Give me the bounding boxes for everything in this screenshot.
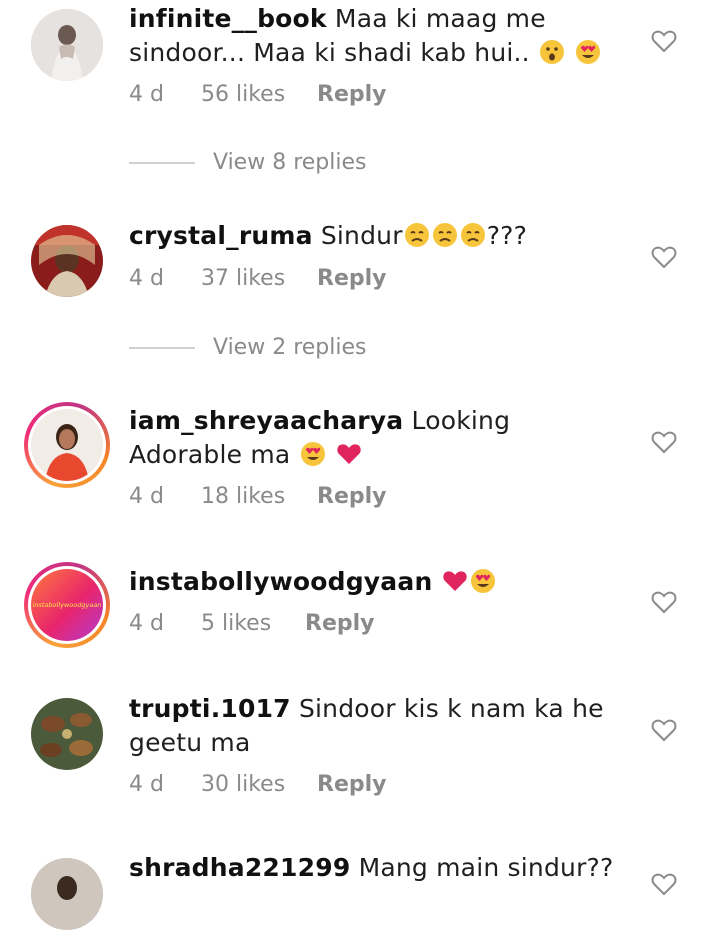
- avatar-story-ring[interactable]: [24, 402, 110, 488]
- timestamp: 4 d: [129, 82, 164, 107]
- red-heart-emoji-icon: [337, 444, 361, 464]
- username[interactable]: crystal_ruma: [129, 221, 313, 250]
- username[interactable]: shradha221299: [129, 853, 350, 882]
- astonished-emoji-icon: [539, 40, 564, 64]
- username[interactable]: iam_shreyaacharya: [129, 406, 403, 435]
- comment-body: Mang main sindur??: [358, 853, 614, 882]
- timestamp: 4 d: [129, 266, 164, 291]
- heart-eyes-emoji-icon: [470, 569, 495, 593]
- comment-text: shradha221299 Mang main sindur??: [129, 851, 629, 885]
- username[interactable]: instabollywoodgyaan: [129, 567, 432, 596]
- likes-count[interactable]: 37 likes: [201, 266, 317, 291]
- sad-emoji-icon: [404, 223, 429, 247]
- avatar-brand-text: instabollywoodgyaan: [32, 601, 102, 609]
- reply-button[interactable]: Reply: [305, 611, 375, 636]
- comment-body: Sindur: [320, 221, 403, 250]
- sad-emoji-icon: [432, 223, 457, 247]
- like-heart-icon[interactable]: [651, 245, 677, 269]
- reply-button[interactable]: Reply: [317, 484, 387, 509]
- comment-text: crystal_ruma Sindur???: [129, 219, 629, 253]
- view-replies-label[interactable]: View 2 replies: [213, 335, 366, 360]
- heart-eyes-emoji-icon: [300, 442, 325, 466]
- reply-button[interactable]: Reply: [317, 772, 387, 797]
- likes-count[interactable]: 30 likes: [201, 772, 317, 797]
- username[interactable]: trupti.1017: [129, 694, 291, 723]
- heart-eyes-emoji-icon: [576, 40, 601, 64]
- divider-line: [129, 346, 195, 349]
- like-heart-icon[interactable]: [651, 872, 677, 896]
- red-heart-emoji-icon: [442, 571, 467, 591]
- view-replies-button[interactable]: View 2 replies: [129, 335, 366, 360]
- like-heart-icon[interactable]: [651, 590, 677, 614]
- comment-meta: 4 d 5 likes Reply: [129, 611, 375, 636]
- avatar-story-ring[interactable]: instabollywoodgyaan: [24, 562, 110, 648]
- avatar: [31, 409, 103, 481]
- like-heart-icon[interactable]: [651, 29, 677, 53]
- comment-text: trupti.1017 Sindoor kis k nam ka he geet…: [129, 692, 629, 760]
- username[interactable]: infinite__book: [129, 4, 327, 33]
- comment-text: iam_shreyaacharya Looking Adorable ma: [129, 404, 629, 472]
- like-heart-icon[interactable]: [651, 430, 677, 454]
- sad-emoji-icon: [460, 223, 485, 247]
- divider-line: [129, 161, 195, 164]
- comment-text: infinite__book Maa ki maag me sindoor...…: [129, 2, 629, 70]
- avatar[interactable]: [31, 9, 103, 81]
- reply-button[interactable]: Reply: [317, 266, 387, 291]
- comment-meta: 4 d 30 likes Reply: [129, 772, 387, 797]
- timestamp: 4 d: [129, 484, 164, 509]
- reply-button[interactable]: Reply: [317, 82, 387, 107]
- likes-count[interactable]: 56 likes: [201, 82, 317, 107]
- comment-meta: 4 d 37 likes Reply: [129, 266, 387, 291]
- comment-suffix: ???: [486, 221, 528, 250]
- likes-count[interactable]: 5 likes: [201, 611, 305, 636]
- view-replies-button[interactable]: View 8 replies: [129, 150, 366, 175]
- likes-count[interactable]: 18 likes: [201, 484, 317, 509]
- timestamp: 4 d: [129, 772, 164, 797]
- comment-meta: 4 d 56 likes Reply: [129, 82, 387, 107]
- timestamp: 4 d: [129, 611, 164, 636]
- comment-text: instabollywoodgyaan: [129, 565, 629, 599]
- like-heart-icon[interactable]: [651, 718, 677, 742]
- avatar[interactable]: [31, 698, 103, 770]
- view-replies-label[interactable]: View 8 replies: [213, 150, 366, 175]
- avatar[interactable]: [31, 858, 103, 930]
- avatar: instabollywoodgyaan: [31, 569, 103, 641]
- avatar[interactable]: [31, 225, 103, 297]
- comment-meta: 4 d 18 likes Reply: [129, 484, 387, 509]
